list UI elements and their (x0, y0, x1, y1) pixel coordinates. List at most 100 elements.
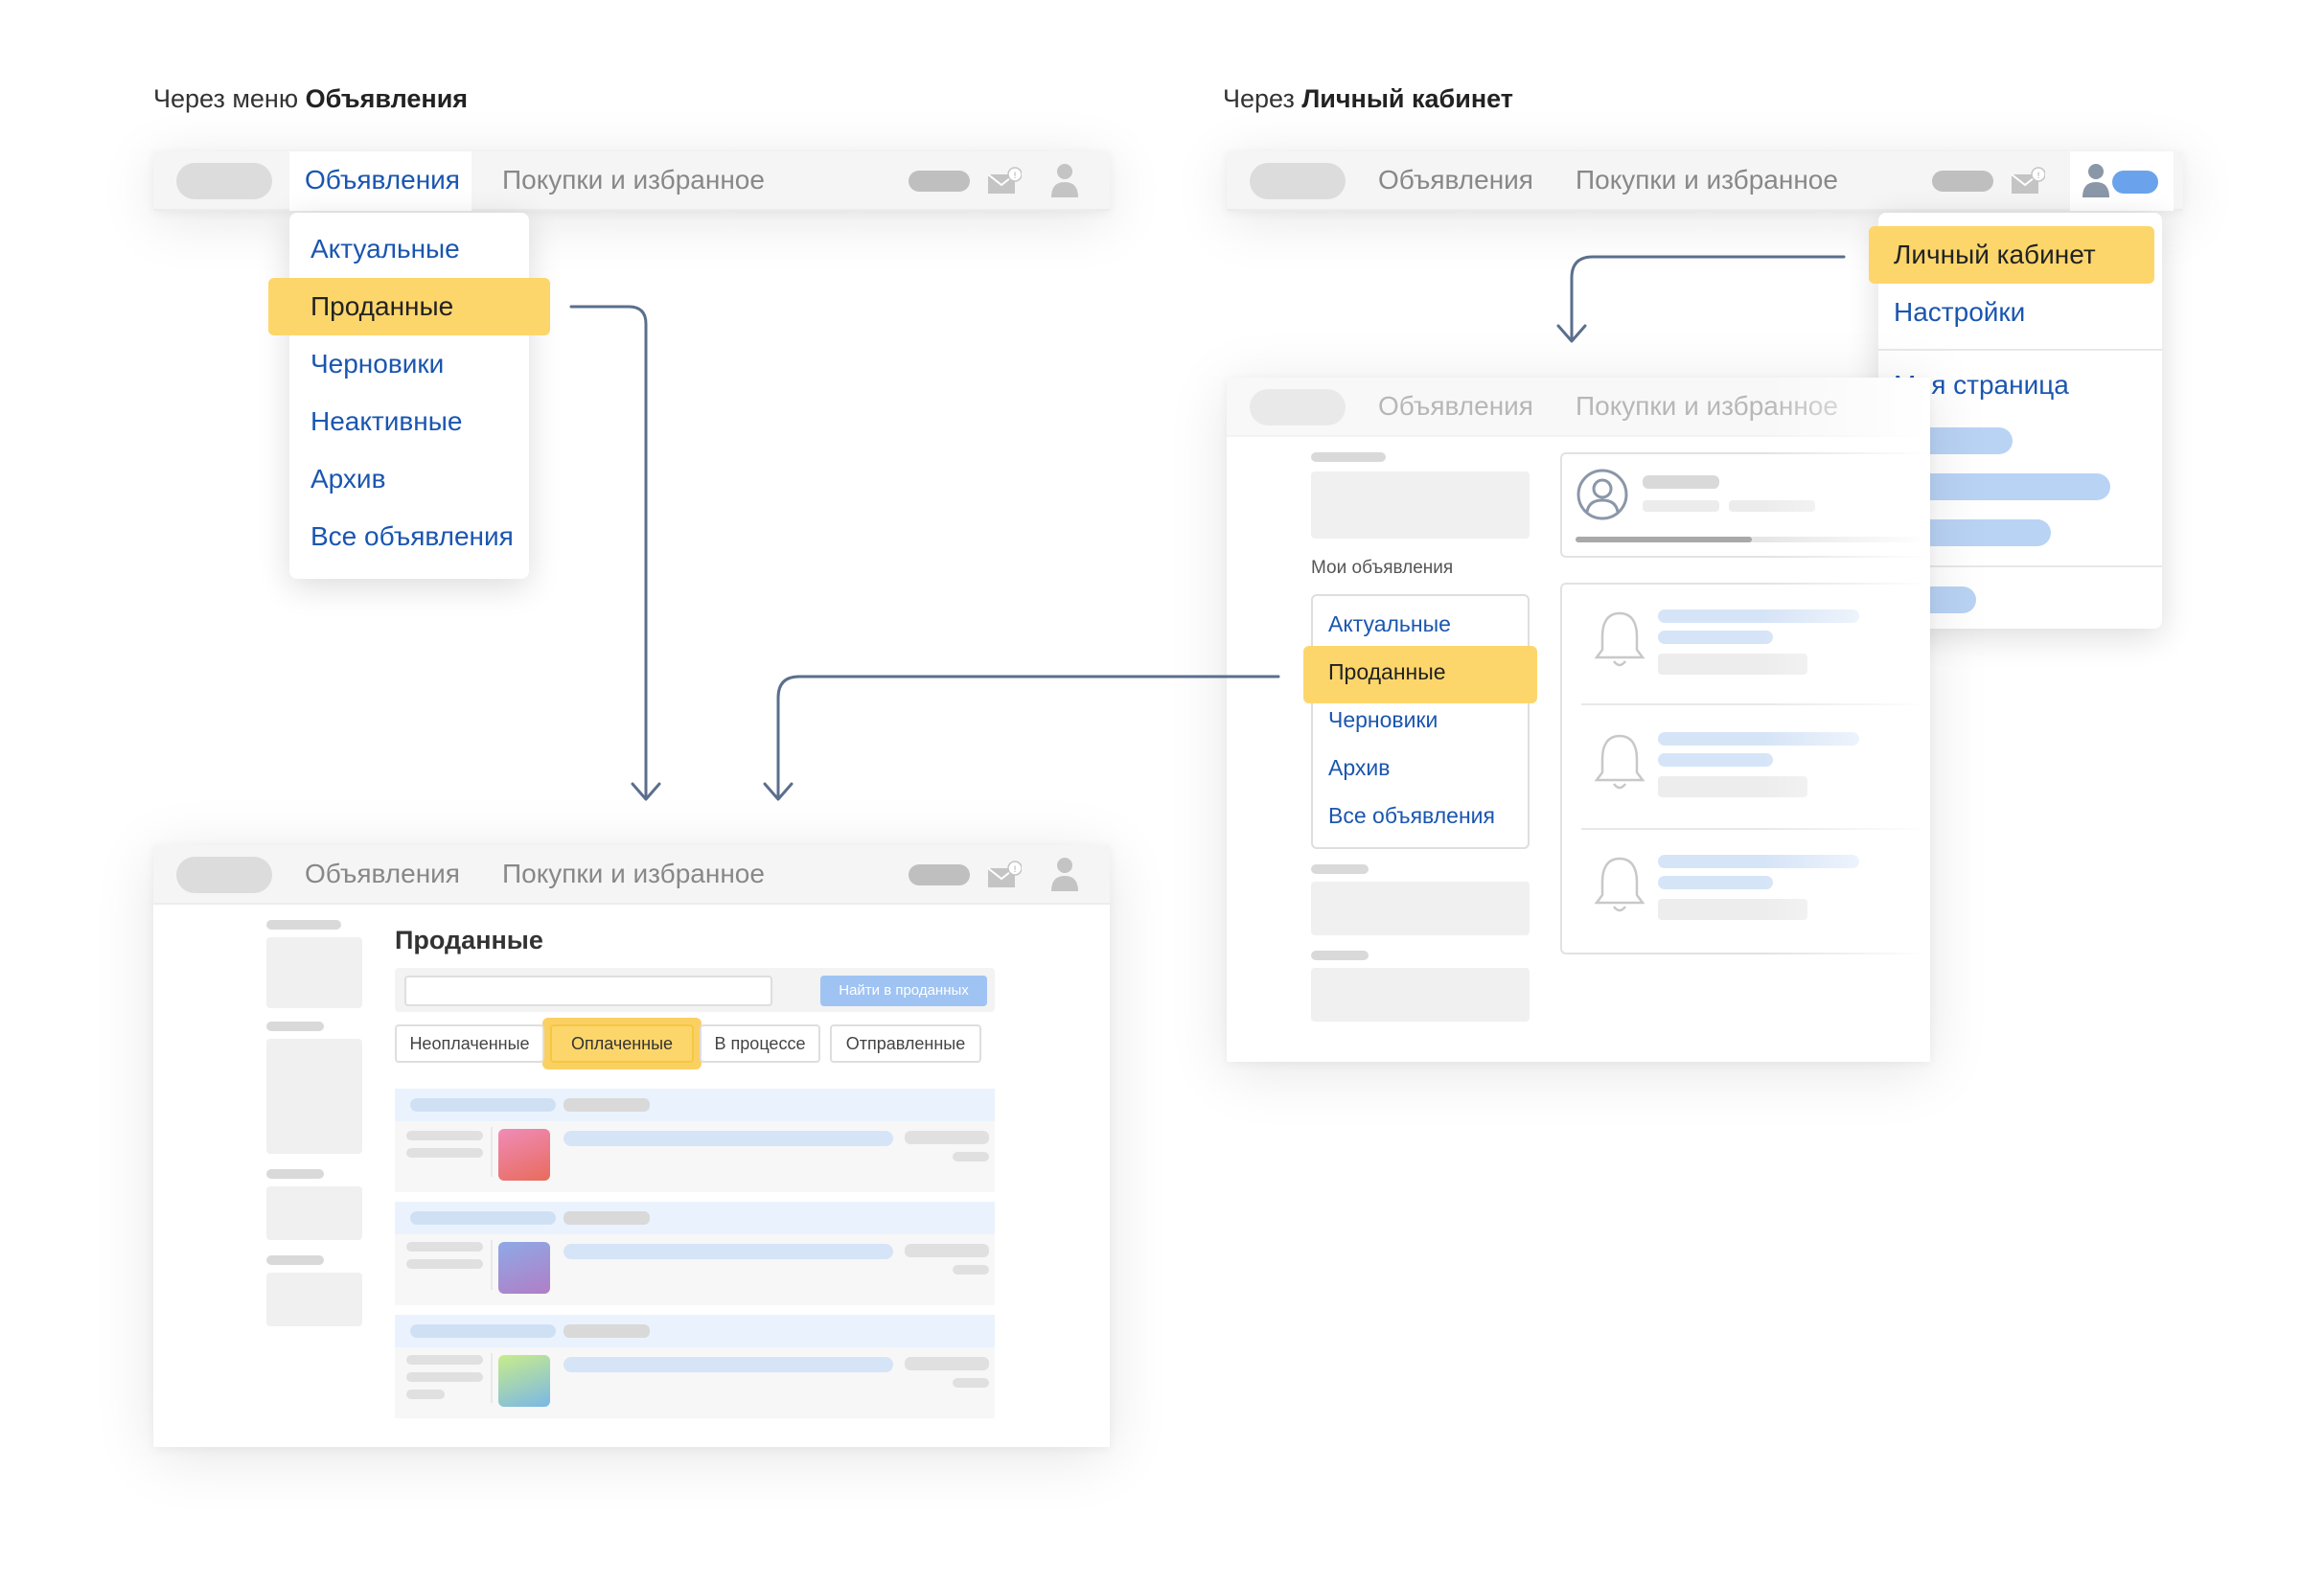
bell-icon (1594, 734, 1645, 790)
menu-item-all-ads[interactable]: Все объявления (311, 521, 514, 552)
tab-paid[interactable]: Оплаченные (550, 1024, 694, 1063)
list-item-archive[interactable]: Архив (1328, 755, 1390, 781)
arrow-head (631, 782, 661, 801)
list-item-drafts[interactable]: Черновики (1328, 707, 1438, 733)
caption-via-ads-menu: Через меню Объявления (153, 84, 468, 114)
logo-placeholder[interactable] (1250, 389, 1346, 425)
frame-account-page: Объявления Покупки и избранное Мои объяв… (1227, 378, 1930, 1062)
search-input[interactable] (404, 976, 772, 1006)
sidebar-block (1311, 968, 1530, 1022)
user-icon[interactable] (2080, 161, 2112, 199)
row-line (406, 1131, 483, 1140)
row-line (406, 1390, 445, 1399)
row-head-line (564, 1211, 650, 1225)
product-thumbnail[interactable] (498, 1129, 550, 1181)
mail-badge: ! (2036, 172, 2040, 181)
search-pill[interactable] (909, 171, 970, 192)
row-head-line (410, 1211, 556, 1225)
mail-badge: ! (1013, 172, 1017, 181)
logo-placeholder[interactable] (176, 857, 272, 893)
row-line (406, 1355, 483, 1365)
row-line (905, 1131, 989, 1144)
tab-unpaid[interactable]: Неоплаченные (395, 1024, 544, 1063)
top-bar: Объявления Покупки и избранное ! (153, 151, 1110, 211)
row-line (905, 1244, 989, 1257)
mail-icon[interactable]: ! (987, 167, 1022, 195)
arrow-ads-to-sold (569, 305, 648, 799)
sidebar-block (266, 937, 362, 1008)
logo-placeholder[interactable] (176, 163, 272, 199)
caption-bold: Объявления (305, 84, 469, 113)
menu-item-drafts[interactable]: Черновики (311, 349, 444, 379)
nav-ads[interactable]: Объявления (1378, 165, 1533, 195)
user-name-pill[interactable] (2112, 171, 2158, 194)
caption-prefix: Через меню (153, 84, 306, 113)
sidebar-line (1311, 864, 1369, 874)
my-ads-label: Мои объявления (1311, 558, 1454, 578)
frame-sold-page: Объявления Покупки и избранное ! Проданн… (153, 845, 1110, 1447)
nav-ads[interactable]: Объявления (1378, 391, 1533, 422)
row-line (564, 1357, 893, 1372)
product-thumbnail[interactable] (498, 1355, 550, 1407)
list-item-sold[interactable]: Проданные (1328, 659, 1446, 685)
notification-line (1658, 631, 1773, 644)
nav-ads[interactable]: Объявления (305, 165, 460, 195)
list-item-actual[interactable]: Актуальные (1328, 611, 1451, 637)
menu-divider (1878, 349, 2162, 351)
caption-via-account: Через Личный кабинет (1223, 84, 1513, 114)
menu-item-actual[interactable]: Актуальные (311, 234, 460, 264)
menu-item-sold[interactable]: Проданные (311, 291, 453, 322)
sidebar-block (1311, 882, 1530, 935)
notification-line (1658, 876, 1773, 889)
product-thumbnail[interactable] (498, 1242, 550, 1294)
nav-purchases[interactable]: Покупки и избранное (1576, 165, 1838, 195)
mail-icon[interactable]: ! (987, 861, 1022, 889)
mail-icon[interactable]: ! (2011, 167, 2045, 195)
tab-sent[interactable]: Отправленные (830, 1024, 981, 1063)
sidebar-block (1311, 471, 1530, 539)
row-head-line (564, 1324, 650, 1338)
search-pill[interactable] (1932, 171, 1993, 192)
profile-progress-fill (1576, 537, 1752, 542)
logo-placeholder[interactable] (1250, 163, 1346, 199)
sidebar-line (266, 1022, 324, 1031)
profile-line (1643, 500, 1719, 512)
sidebar-line (1311, 452, 1386, 462)
frame-account-menu: Объявления Покупки и избранное ! (1227, 151, 2183, 211)
arrow-head (763, 782, 794, 801)
bell-icon (1594, 857, 1645, 912)
caption-bold: Личный кабинет (1301, 84, 1514, 113)
page-title: Проданные (395, 926, 543, 954)
row-head-line (564, 1098, 650, 1112)
menu-item-archive[interactable]: Архив (311, 464, 385, 494)
arrow-account-to-sold (776, 675, 1280, 799)
notification-line (1658, 753, 1773, 767)
mail-badge: ! (1013, 865, 1017, 875)
sidebar-line (1311, 951, 1369, 960)
sidebar-line (266, 920, 341, 930)
frame-ads-menu: Объявления Покупки и избранное ! (153, 151, 1110, 211)
profile-line (1643, 475, 1719, 489)
top-bar: Объявления Покупки и избранное ! (1227, 151, 2183, 211)
menu-item-account[interactable]: Личный кабинет (1894, 240, 2096, 270)
search-pill[interactable] (909, 864, 970, 885)
top-bar: Объявления Покупки и избранное ! (153, 845, 1110, 905)
row-line (953, 1152, 989, 1161)
bell-icon (1594, 611, 1645, 667)
tab-in-progress[interactable]: В процессе (700, 1024, 820, 1063)
user-icon[interactable] (1048, 855, 1081, 893)
list-item-all-ads[interactable]: Все объявления (1328, 803, 1495, 829)
nav-purchases[interactable]: Покупки и избранное (502, 165, 765, 195)
search-sold-button[interactable]: Найти в проданных (820, 976, 987, 1006)
row-line (406, 1148, 483, 1158)
user-icon[interactable] (1048, 161, 1081, 199)
fade-overlay (1763, 378, 1930, 1062)
row-head-line (410, 1324, 556, 1338)
row-line (406, 1242, 483, 1252)
row-line (953, 1265, 989, 1275)
row-line (953, 1378, 989, 1388)
menu-item-inactive[interactable]: Неактивные (311, 406, 462, 437)
menu-item-settings[interactable]: Настройки (1894, 297, 2025, 328)
nav-purchases[interactable]: Покупки и избранное (502, 859, 765, 889)
nav-ads[interactable]: Объявления (305, 859, 460, 889)
